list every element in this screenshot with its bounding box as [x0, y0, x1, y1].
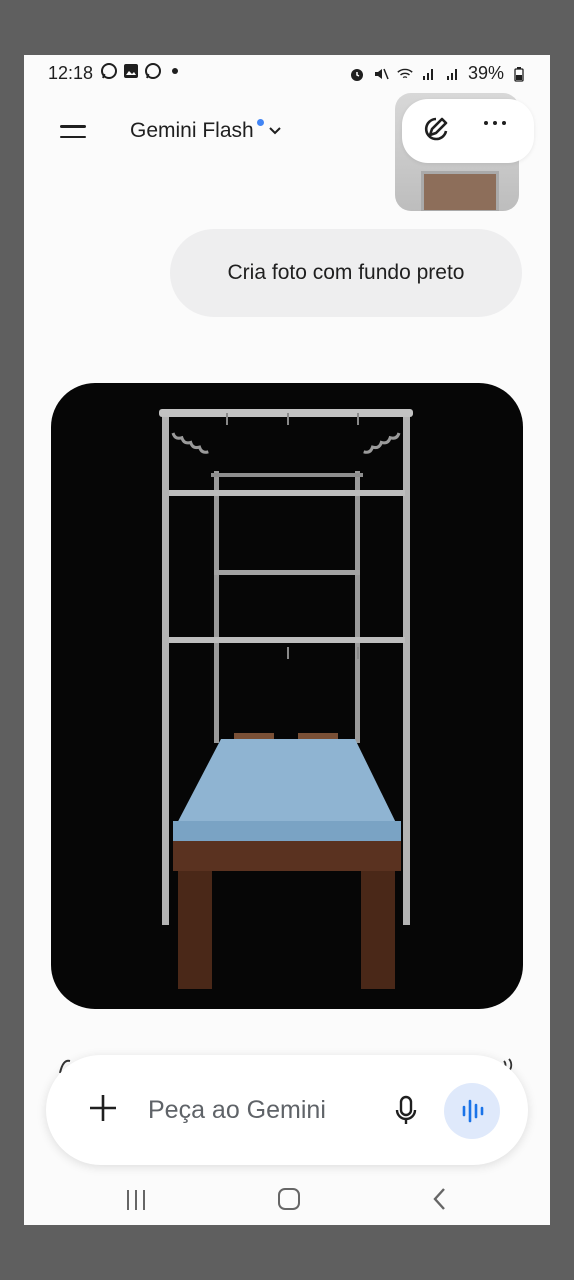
top-actions — [402, 99, 534, 163]
edit-icon[interactable] — [416, 113, 452, 149]
mute-icon — [372, 65, 390, 83]
whatsapp-icon — [100, 62, 118, 80]
gallery-icon — [122, 62, 140, 80]
chevron-down-icon — [268, 123, 282, 140]
wifi-icon — [396, 65, 414, 83]
phone-screen: 12:18 39% Gemini Flash Cria foto com fun… — [24, 55, 550, 1225]
status-bar: 12:18 39% — [24, 55, 550, 91]
system-icons: 39% — [348, 63, 528, 84]
signal-icon — [444, 65, 462, 83]
model-selector[interactable]: Gemini Flash — [130, 118, 282, 143]
new-indicator-dot — [256, 118, 264, 126]
composer: Peça ao Gemini — [46, 1055, 528, 1165]
signal-icon — [420, 65, 438, 83]
generated-image[interactable] — [51, 383, 523, 1009]
status-time: 12:18 — [48, 63, 94, 83]
whatsapp-icon — [144, 62, 162, 80]
plus-icon[interactable] — [88, 1093, 118, 1123]
user-message-bubble: Cria foto com fundo preto — [170, 229, 522, 317]
battery-icon — [510, 65, 528, 83]
user-message-text: Cria foto com fundo preto — [227, 261, 465, 284]
more-icon[interactable] — [484, 121, 506, 125]
mic-icon[interactable] — [394, 1095, 418, 1127]
notification-dot-icon — [166, 62, 184, 80]
notification-icons — [100, 62, 184, 80]
nav-recent-icon[interactable] — [127, 1190, 149, 1210]
model-name: Gemini Flash — [130, 119, 254, 142]
nav-home-icon[interactable] — [278, 1188, 300, 1210]
menu-icon[interactable] — [60, 125, 86, 141]
live-icon[interactable] — [444, 1083, 500, 1139]
alarm-icon — [348, 65, 366, 83]
nav-back-icon[interactable] — [428, 1186, 452, 1212]
battery-level: 39% — [467, 63, 504, 83]
prompt-input[interactable]: Peça ao Gemini — [148, 1096, 326, 1125]
